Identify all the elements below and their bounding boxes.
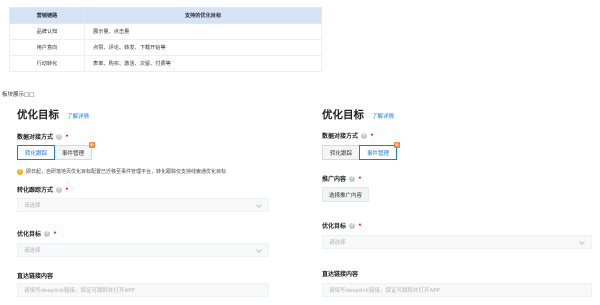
table-cell: 点赞、评论、转发、下载开始等 <box>84 39 322 56</box>
label-text: 数据对接方式 <box>322 133 359 140</box>
label-text: 转化跟踪方式 <box>17 187 54 194</box>
table-header-cell: 支持的优化目标 <box>84 7 322 24</box>
notice-text: 即日起，自研落地页优化目标配置已迁移至事件管理平台，转化跟踪仅支持线索通优化目标 <box>26 169 227 175</box>
input-placeholder: 请填写deeplink链接，保证可跳转并打开APP <box>24 288 135 294</box>
deeplink-input[interactable]: 请填写deeplink链接，保证可跳转并打开APP <box>322 283 592 297</box>
help-circle-icon[interactable]: ? <box>349 222 356 229</box>
deeplink-label: 直达链接内容 <box>17 271 53 280</box>
chevron-down-icon <box>579 239 585 245</box>
conversion-method-select[interactable]: 请选择 <box>17 198 269 212</box>
table-cell: 表单、购买、激活、次留、付费等 <box>84 55 322 72</box>
panel-title: 优化目标 <box>322 109 364 121</box>
help-circle-icon[interactable]: ? <box>56 186 63 193</box>
optimization-goal-label: 优化目标 ? • <box>322 221 362 230</box>
panel-header: 优化目标 了解详情 <box>17 107 89 122</box>
label-text: 优化目标 <box>17 231 42 238</box>
table-row: 用户意向 点赞、评论、转发、下载开始等 <box>9 39 322 56</box>
input-placeholder: 请填写deeplink链接，保证可跳转并打开APP <box>329 288 440 294</box>
docking-method-label: 数据对接方式 ? • <box>17 132 69 141</box>
docking-method-label: 数据对接方式 ? • <box>322 131 374 140</box>
tab-event-management[interactable]: 事件管理 新 <box>54 142 96 160</box>
required-marker: • <box>65 133 69 140</box>
select-placeholder: 请选择 <box>329 240 346 246</box>
learn-more-link[interactable]: 了解详情 <box>372 112 394 120</box>
optimization-goal-label: 优化目标 ? • <box>17 229 57 238</box>
select-placeholder: 请选择 <box>24 203 41 209</box>
label-text: 直达链接内容 <box>322 271 359 278</box>
chevron-down-icon <box>256 202 262 208</box>
panel-header: 优化目标 了解详情 <box>322 107 394 122</box>
optimization-goal-select[interactable]: 请选择 <box>322 235 592 249</box>
deeplink-label: 直达链接内容 <box>322 269 358 278</box>
table-cell: 展示量、点击量 <box>84 23 322 40</box>
panel-title: 优化目标 <box>17 109 59 121</box>
learn-more-link[interactable]: 了解详情 <box>67 112 89 120</box>
tab-conversion-tracking[interactable]: 转化跟踪 <box>322 145 361 160</box>
help-circle-icon[interactable]: ? <box>56 133 63 140</box>
required-marker: • <box>358 222 362 229</box>
table-header-cell: 营销链路 <box>9 7 85 24</box>
help-circle-icon[interactable]: ? <box>361 132 368 139</box>
right-optimization-panel: 优化目标 了解详情 数据对接方式 ? • 转化跟踪 事件管理 新 推广内容 ? … <box>314 97 596 305</box>
help-circle-icon[interactable]: ? <box>349 175 356 182</box>
table-cell: 用户意向 <box>9 39 85 56</box>
tab-conversion-tracking[interactable]: 转化跟踪 <box>17 145 56 160</box>
label-text: 直达链接内容 <box>17 273 54 280</box>
left-optimization-panel: 优化目标 了解详情 数据对接方式 ? • 转化跟踪 事件管理 新 ! 即日起，自… <box>9 97 273 305</box>
warning-circle-icon: ! <box>17 168 23 175</box>
new-badge-icon: 新 <box>394 142 401 148</box>
deeplink-input[interactable]: 请填写deeplink链接，保证可跳转并打开APP <box>17 283 269 297</box>
label-text: 推广内容 <box>322 176 347 183</box>
table-row: 行动转化 表单、购买、激活、次留、付费等 <box>9 55 322 72</box>
required-marker: • <box>53 230 57 237</box>
chevron-down-icon <box>256 247 262 253</box>
tab-event-management[interactable]: 事件管理 新 <box>359 142 401 160</box>
table-cell: 行动转化 <box>9 55 85 72</box>
required-marker: • <box>370 132 374 139</box>
promotion-content-label: 推广内容 ? • <box>322 174 362 183</box>
docking-method-segmented: 转化跟踪 事件管理 新 <box>322 142 401 160</box>
table-header-row: 营销链路 支持的优化目标 <box>9 7 322 24</box>
tab-label: 事件管理 <box>62 150 85 157</box>
required-marker: • <box>65 186 69 193</box>
table-row: 品牌认知 展示量、点击量 <box>9 23 322 40</box>
optimization-goal-select[interactable]: 请选择 <box>17 243 269 257</box>
marketing-link-table: 营销链路 支持的优化目标 品牌认知 展示量、点击量 用户意向 点赞、评论、转发、… <box>9 7 322 72</box>
docking-method-segmented: 转化跟踪 事件管理 新 <box>17 142 96 160</box>
new-badge-icon: 新 <box>89 142 96 148</box>
help-circle-icon[interactable]: ? <box>44 230 51 237</box>
select-promotion-content-button[interactable]: 选择推广内容 <box>322 187 370 202</box>
migration-notice: ! 即日起，自研落地页优化目标配置已迁移至事件管理平台，转化跟踪仅支持线索通优化… <box>17 168 226 175</box>
label-text: 数据对接方式 <box>17 134 54 141</box>
table-cell: 品牌认知 <box>9 23 85 40</box>
tab-label: 事件管理 <box>367 150 390 157</box>
required-marker: • <box>358 175 362 182</box>
select-placeholder: 请选择 <box>24 248 41 254</box>
conversion-method-label: 转化跟踪方式 ? • <box>17 185 69 194</box>
label-text: 优化目标 <box>322 223 347 230</box>
